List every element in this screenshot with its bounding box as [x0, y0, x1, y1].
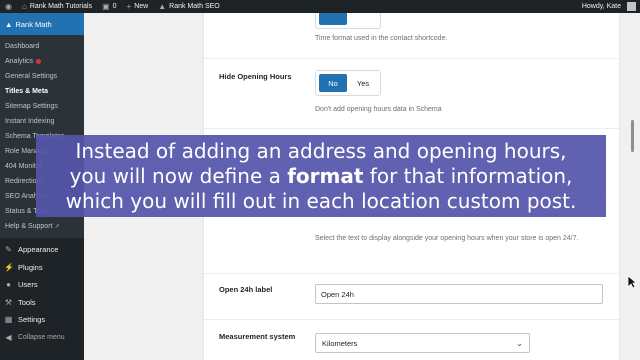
- sidebar-item-instant-indexing[interactable]: Instant Indexing: [0, 114, 84, 129]
- external-link-icon: ↗: [54, 224, 60, 230]
- caption-line-2-start: you will now define a: [69, 164, 288, 188]
- caption-line-2-end: for that information,: [363, 164, 573, 188]
- caption-line-1: Instead of adding an address and opening…: [75, 139, 567, 163]
- rank-math-seo-label: Rank Math SEO: [169, 3, 220, 10]
- menu-label: Users: [18, 280, 38, 290]
- hide-opening-hours-toggle: No Yes: [315, 70, 381, 96]
- admin-bar: ◉ ⌂ Rank Math Tutorials ▣ 0 + New ▲ Rank Mat…: [0, 0, 640, 13]
- settings-icon: ▦: [4, 315, 13, 325]
- menu-label: Appearance: [18, 245, 59, 255]
- admin-menu: ✎ Appearance ⚡ Plugins ● Users ⚒ Tools ▦ Sett…: [0, 238, 84, 346]
- hide-hours-description: Don't add opening hours data in Schema: [315, 106, 442, 113]
- open-24h-input[interactable]: Open 24h: [315, 284, 603, 304]
- hide-hours-no-option[interactable]: No: [319, 74, 347, 92]
- new-content-link[interactable]: + New: [122, 0, 154, 13]
- account-menu[interactable]: Howdy, Kate: [577, 0, 640, 13]
- time-format-option-selected[interactable]: [319, 13, 347, 25]
- hide-opening-hours-row: Hide Opening Hours No Yes Don't add open…: [204, 59, 619, 129]
- mouse-cursor-icon: [627, 275, 637, 289]
- sidebar-item-analytics[interactable]: Analytics: [0, 54, 84, 69]
- site-name-link[interactable]: ⌂ Rank Math Tutorials: [17, 0, 97, 13]
- sidebar-item-label: Sitemap Settings: [5, 103, 58, 110]
- open-24h-row: Open 24h label Open 24h: [204, 274, 619, 320]
- caption-line-2: you will now define a format for that in…: [36, 164, 606, 189]
- wordpress-icon: ◉: [5, 1, 12, 11]
- menu-appearance[interactable]: ✎ Appearance: [0, 241, 84, 259]
- new-label: New: [134, 3, 149, 10]
- measurement-system-label: Measurement system: [219, 332, 296, 341]
- sidebar-item-label: Dashboard: [5, 43, 40, 50]
- caption-line-3: which you will fill out in each location…: [65, 189, 577, 213]
- menu-plugins[interactable]: ⚡ Plugins: [0, 259, 84, 277]
- sidebar-item-label: Titles & Meta: [5, 88, 49, 95]
- menu-settings[interactable]: ▦ Settings: [0, 311, 84, 329]
- sidebar-item-label: Analytics: [5, 58, 34, 65]
- menu-label: Collapse menu: [18, 333, 65, 341]
- sidebar-item-general-settings[interactable]: General Settings: [0, 69, 84, 84]
- measurement-system-select[interactable]: Kilometers ⌄: [315, 333, 530, 353]
- hide-opening-hours-label: Hide Opening Hours: [219, 72, 292, 81]
- measurement-system-row: Measurement system Kilometers ⌄: [204, 320, 619, 360]
- menu-users[interactable]: ● Users: [0, 276, 84, 294]
- hide-hours-yes-option[interactable]: Yes: [349, 74, 377, 92]
- menu-label: Plugins: [18, 262, 43, 272]
- rank-math-seo-link[interactable]: ▲ Rank Math SEO: [153, 0, 225, 13]
- chevron-down-icon: ⌄: [516, 338, 523, 348]
- time-format-row: Time format used in the contact shortcod…: [204, 13, 619, 59]
- avatar: [627, 2, 636, 11]
- comments-count: 0: [112, 3, 117, 10]
- paintbrush-icon: ✎: [5, 245, 12, 255]
- notification-dot: [36, 59, 42, 64]
- sidebar-item-sitemap-settings[interactable]: Sitemap Settings: [0, 99, 84, 114]
- time-format-toggle: [315, 13, 381, 29]
- menu-label: Tools: [18, 297, 36, 307]
- rank-math-icon: ▲: [5, 19, 13, 29]
- menu-tools[interactable]: ⚒ Tools: [0, 294, 84, 312]
- plus-icon: +: [126, 1, 132, 11]
- caption-bold-word: format: [287, 164, 364, 188]
- comments-link[interactable]: ▣ 0: [97, 0, 121, 13]
- opening-hours-description: Select the text to display alongside you…: [315, 235, 579, 242]
- wp-logo[interactable]: ◉: [0, 0, 17, 13]
- users-icon: ●: [6, 280, 11, 290]
- sidebar-item-label: General Settings: [5, 73, 58, 80]
- time-format-option[interactable]: [349, 13, 377, 25]
- tools-icon: ⚒: [4, 297, 13, 307]
- page-scrollbar[interactable]: [631, 120, 634, 152]
- greeting: Howdy, Kate: [581, 3, 621, 10]
- open-24h-label: Open 24h label: [219, 285, 273, 294]
- home-icon: ⌂: [21, 1, 27, 11]
- sidebar-item-label: Help & Support: [5, 223, 53, 230]
- plugin-icon: ⚡: [4, 262, 14, 272]
- sidebar-item-dashboard[interactable]: Dashboard: [0, 39, 84, 54]
- sidebar-item-label: Instant Indexing: [5, 118, 55, 125]
- collapse-icon: ◀: [5, 332, 12, 342]
- rank-math-icon: ▲: [158, 1, 167, 11]
- time-format-description: Time format used in the contact shortcod…: [315, 35, 448, 42]
- sidebar-item-help-support[interactable]: Help & Support ↗: [0, 219, 84, 234]
- sidebar-rank-math[interactable]: ▲ Rank Math: [0, 13, 84, 35]
- menu-label: Settings: [18, 315, 46, 325]
- measurement-system-value: Kilometers: [322, 338, 358, 348]
- site-name: Rank Math Tutorials: [29, 3, 93, 10]
- collapse-menu-button[interactable]: ◀ Collapse menu: [0, 329, 84, 347]
- comment-icon: ▣: [102, 1, 110, 11]
- sidebar-header-label: Rank Math: [15, 19, 52, 29]
- tutorial-caption: Instead of adding an address and opening…: [36, 135, 606, 217]
- sidebar-item-titles-meta[interactable]: Titles & Meta: [0, 84, 84, 99]
